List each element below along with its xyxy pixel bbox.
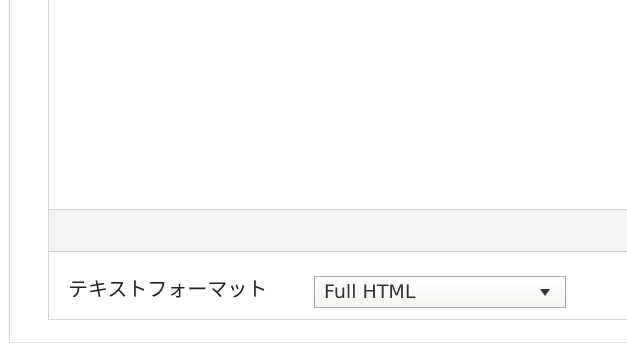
editor-body[interactable] [48,0,627,210]
text-format-label: テキストフォーマット [68,277,268,301]
bottom-divider [9,342,627,343]
triangle-down-icon [540,288,550,296]
left-border-strip [0,0,10,343]
text-format-selected-value: Full HTML [324,281,416,303]
text-format-section: テキストフォーマット Full HTML [48,252,627,320]
text-format-select[interactable]: Full HTML [314,276,566,308]
editor-statusbar [48,210,627,252]
page: テキストフォーマット Full HTML [0,0,627,363]
